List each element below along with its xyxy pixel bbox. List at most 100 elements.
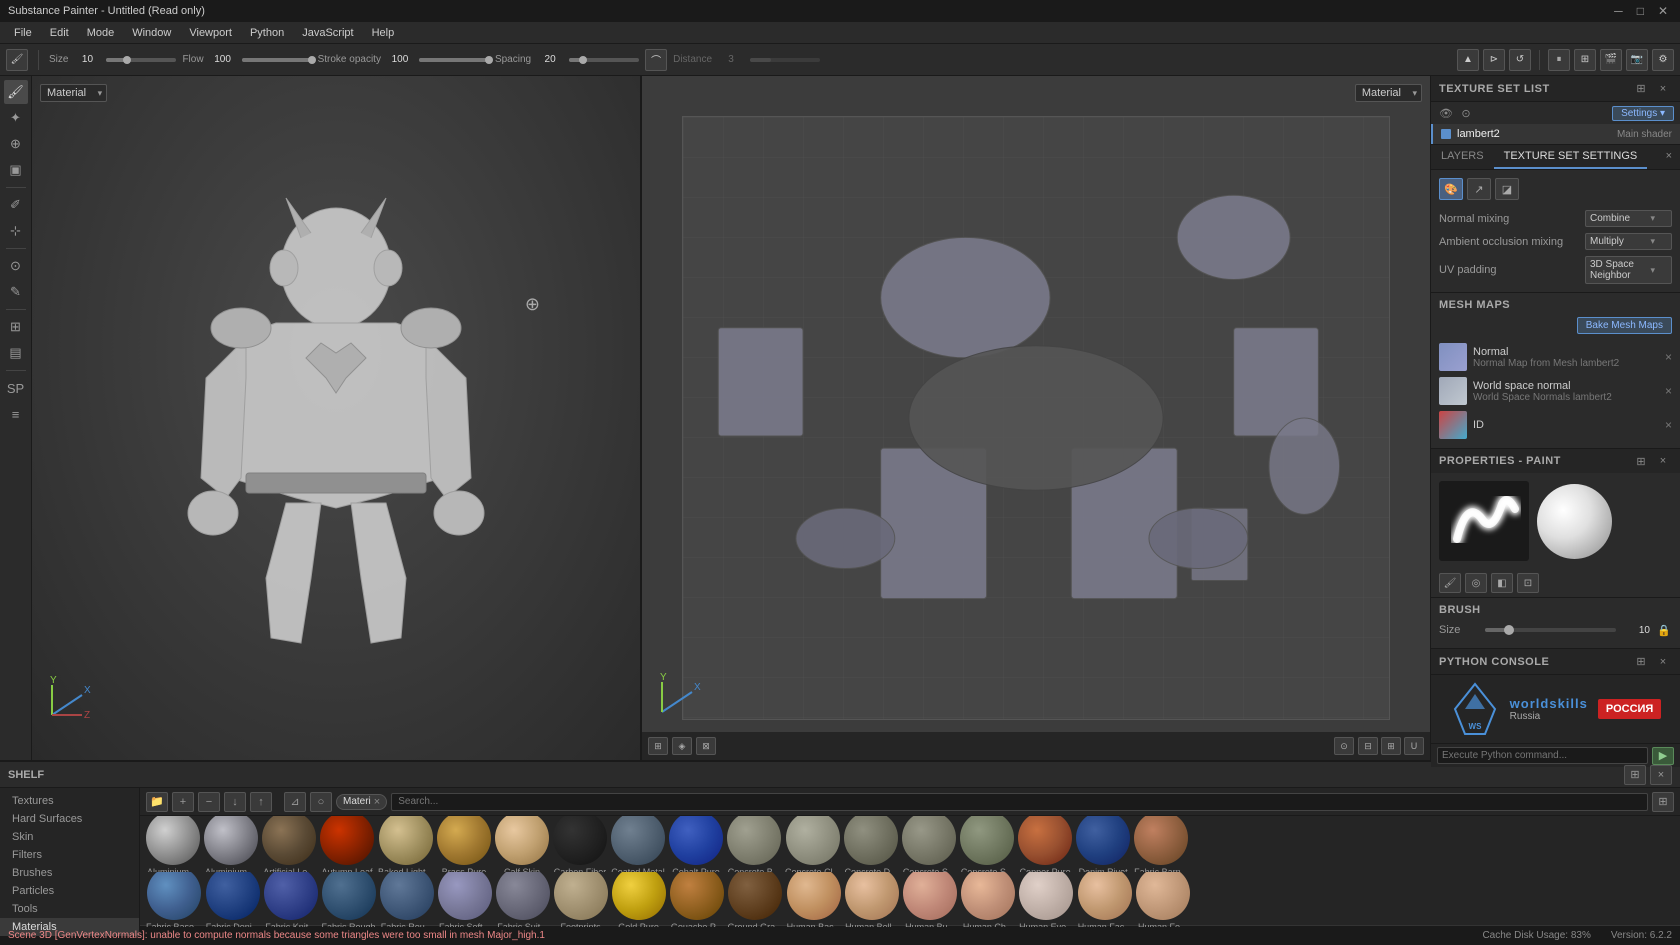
brush-shape-btn[interactable]: ▲ — [1457, 49, 1479, 71]
prop-stencil-icon[interactable]: ⊡ — [1517, 573, 1539, 593]
prop-erase-icon[interactable]: ◎ — [1465, 573, 1487, 593]
shelf-nav-brushes[interactable]: Brushes — [0, 864, 139, 882]
normal-mixing-select[interactable]: Combine — [1585, 210, 1672, 227]
id-close[interactable]: × — [1665, 418, 1672, 432]
shelf-item-fabric-soft[interactable]: Fabric Soft... — [438, 872, 492, 928]
transform-tool[interactable]: ⊹ — [4, 219, 28, 243]
prop-close-btn[interactable]: × — [1654, 452, 1672, 470]
pc-command-input[interactable] — [1437, 747, 1648, 764]
shelf-grid-toggle[interactable]: ⊞ — [1652, 792, 1674, 812]
shelf-item-barn[interactable]: Fabric Barn... — [1134, 816, 1188, 872]
shelf-item-fabric-rou2[interactable]: Fabric Rou... — [380, 872, 434, 928]
flow-slider[interactable] — [242, 58, 312, 62]
shelf-item-human-fe[interactable]: Human Fe... — [1136, 872, 1190, 928]
maximize-btn[interactable]: □ — [1633, 4, 1648, 18]
shelf-tb-folder[interactable]: 📁 — [146, 792, 168, 812]
shelf-item-concrete-d[interactable]: Concrete D... — [844, 816, 898, 872]
tsl-expand-btn[interactable]: ⊞ — [1632, 80, 1650, 98]
shelf-item-denim[interactable]: Denim Rivet — [1076, 816, 1130, 872]
shelf-item-gold-pure[interactable]: Gold Pure — [612, 872, 666, 928]
viewport-uv-mode-dropdown[interactable]: Material — [1355, 84, 1422, 102]
viewport-btn-2[interactable]: 🎬 — [1600, 49, 1622, 71]
tsl-settings-btn[interactable]: Settings ▾ — [1612, 106, 1674, 121]
shelf-item-fabric-suit[interactable]: Fabric Suit... — [496, 872, 550, 928]
fill-tool[interactable]: ▣ — [4, 158, 28, 182]
color-picker-tool[interactable]: ⊙ — [4, 254, 28, 278]
shelf-item-human-bu[interactable]: Human Bu... — [903, 872, 957, 928]
vp-ctrl-4[interactable]: ⊙ — [1334, 737, 1354, 755]
shelf-item-fabric-knit[interactable]: Fabric Knit... — [264, 872, 318, 928]
shelf-item-human-ch[interactable]: Human Ch... — [961, 872, 1015, 928]
viewport-3d-mode-dropdown[interactable]: Material — [40, 84, 107, 102]
tab-close-btn[interactable]: × — [1658, 145, 1680, 169]
close-btn[interactable]: ✕ — [1654, 4, 1672, 18]
tss-roughness-btn[interactable]: ◪ — [1495, 178, 1519, 200]
stroke-type-btn[interactable]: ⌒ — [645, 49, 667, 71]
brush-size-lock[interactable]: 🔒 — [1656, 622, 1672, 638]
tsl-icon-1[interactable]: 👁 — [1437, 104, 1455, 122]
shelf-tb-import[interactable]: ↓ — [224, 792, 246, 812]
stroke-opacity-slider[interactable] — [419, 58, 489, 62]
menu-help[interactable]: Help — [364, 25, 403, 41]
uv-tool[interactable]: ▤ — [4, 341, 28, 365]
stencil-btn[interactable]: ↺ — [1509, 49, 1531, 71]
shelf-item-human-back[interactable]: Human Bac... — [787, 872, 842, 928]
bake-mesh-maps-btn[interactable]: Bake Mesh Maps — [1577, 317, 1672, 334]
prop-material-icon[interactable]: ◧ — [1491, 573, 1513, 593]
menu-mode[interactable]: Mode — [79, 25, 123, 41]
menu-edit[interactable]: Edit — [42, 25, 77, 41]
spacing-slider[interactable] — [569, 58, 639, 62]
vp-ctrl-1[interactable]: ⊞ — [648, 737, 668, 755]
shelf-item-ground[interactable]: Ground Gra... — [728, 872, 783, 928]
shelf-item-coated-metal[interactable]: Coated Metal — [611, 816, 665, 872]
tss-color-btn[interactable]: 🎨 — [1439, 178, 1463, 200]
shelf-item-aluminium2[interactable]: Aluminium ... — [204, 816, 258, 872]
paint-brush-tool[interactable]: 🖌 — [4, 80, 28, 104]
vp-fit[interactable]: U — [1404, 737, 1424, 755]
shelf-item-concrete-s[interactable]: Concrete S... — [902, 816, 956, 872]
flow-value[interactable]: 100 — [208, 54, 238, 65]
shelf-close-btn[interactable]: × — [1650, 765, 1672, 785]
shelf-item-carbon-fiber[interactable]: Carbon Fiber — [553, 816, 607, 872]
size-slider[interactable] — [106, 58, 176, 62]
shelf-item-human-eye[interactable]: Human Eye... — [1019, 872, 1074, 928]
minimize-btn[interactable]: ─ — [1610, 4, 1627, 18]
shelf-item-baked-light[interactable]: Baked Light... — [378, 816, 433, 872]
wsn-close[interactable]: × — [1665, 384, 1672, 398]
shelf-item-human-bell[interactable]: Human Bell... — [845, 872, 899, 928]
shelf-item-cobalt[interactable]: Cobalt Pure — [669, 816, 723, 872]
shelf-item-fabric-rou[interactable]: Fabric Rough — [322, 872, 376, 928]
shelf-item-autumn-leaf[interactable]: Autumn Leaf — [320, 816, 374, 872]
uv-padding-select[interactable]: 3D Space Neighbor — [1585, 256, 1672, 284]
menu-viewport[interactable]: Viewport — [181, 25, 240, 41]
shelf-item-concrete-cl[interactable]: Concrete Cl... — [785, 816, 840, 872]
symmetry-btn[interactable]: ⊳ — [1483, 49, 1505, 71]
shelf-item-concrete-b[interactable]: Concrete B... — [727, 816, 781, 872]
shelf-item-gouache[interactable]: Gouache P... — [670, 872, 724, 928]
menu-javascript[interactable]: JavaScript — [294, 25, 361, 41]
shelf-nav-tools[interactable]: Tools — [0, 900, 139, 918]
3d-character-viewport[interactable]: X Y Z — [32, 76, 640, 760]
tab-texture-set-settings[interactable]: TEXTURE SET SETTINGS — [1494, 145, 1648, 169]
texture-set-item-lambert2[interactable]: lambert2 Main shader — [1431, 124, 1680, 144]
clone-tool[interactable]: ⊕ — [4, 132, 28, 156]
tsl-icon-2[interactable]: ⊙ — [1457, 104, 1475, 122]
prop-expand-btn[interactable]: ⊞ — [1632, 452, 1650, 470]
shelf-tb-add[interactable]: + — [172, 792, 194, 812]
pause-btn[interactable]: ⏸ — [1548, 49, 1570, 71]
shelf-nav-textures[interactable]: Textures — [0, 792, 139, 810]
pc-close-btn[interactable]: × — [1654, 653, 1672, 671]
window-controls[interactable]: ─ □ ✕ — [1610, 4, 1672, 18]
tsl-close-btn[interactable]: × — [1654, 80, 1672, 98]
pc-expand-btn[interactable]: ⊞ — [1632, 653, 1650, 671]
shelf-item-aluminium[interactable]: Aluminium ... — [146, 816, 200, 872]
shelf-item-footprints[interactable]: Footprints — [554, 872, 608, 928]
shelf-item-artificial-leather[interactable]: Artificial Le... — [262, 816, 316, 872]
vp-ctrl-2[interactable]: ◈ — [672, 737, 692, 755]
viewport-uv[interactable]: Material — [642, 76, 1430, 760]
shelf-circle-btn[interactable]: ○ — [310, 792, 332, 812]
shelf-expand-btn[interactable]: ⊞ — [1624, 765, 1646, 785]
shelf-item-fabric-base[interactable]: Fabric Base... — [146, 872, 202, 928]
shelf-item-human-fac[interactable]: Human Fac... — [1078, 872, 1132, 928]
shelf-filter-clear[interactable]: × — [374, 796, 380, 808]
